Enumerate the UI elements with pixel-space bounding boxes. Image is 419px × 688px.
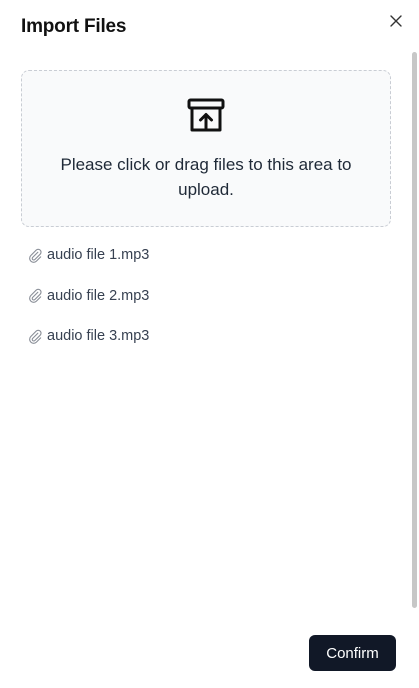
dropzone-instructions: Please click or drag files to this area …: [60, 155, 352, 199]
file-name: audio file 1.mp3: [47, 247, 150, 263]
vertical-scrollbar[interactable]: [412, 52, 417, 608]
file-list-item[interactable]: audio file 3.mp3: [28, 325, 388, 347]
paperclip-icon: [29, 329, 42, 344]
upload-dropzone[interactable]: Please click or drag files to this area …: [21, 70, 391, 227]
file-name: audio file 3.mp3: [47, 328, 150, 344]
paperclip-icon: [29, 288, 42, 303]
close-icon: [390, 15, 402, 27]
close-button[interactable]: [388, 13, 404, 29]
dialog-title: Import Files: [21, 16, 127, 37]
paperclip-icon: [29, 248, 42, 263]
file-list-item[interactable]: audio file 1.mp3: [28, 244, 388, 266]
confirm-button[interactable]: Confirm: [309, 635, 396, 671]
file-list-item[interactable]: audio file 2.mp3: [28, 285, 388, 307]
import-files-dialog: Import Files Please click or drag files …: [0, 0, 419, 688]
archive-upload-icon: [187, 98, 225, 132]
file-name: audio file 2.mp3: [47, 287, 150, 304]
file-list: audio file 1.mp3 audio file 2.mp3 audio …: [28, 244, 388, 366]
